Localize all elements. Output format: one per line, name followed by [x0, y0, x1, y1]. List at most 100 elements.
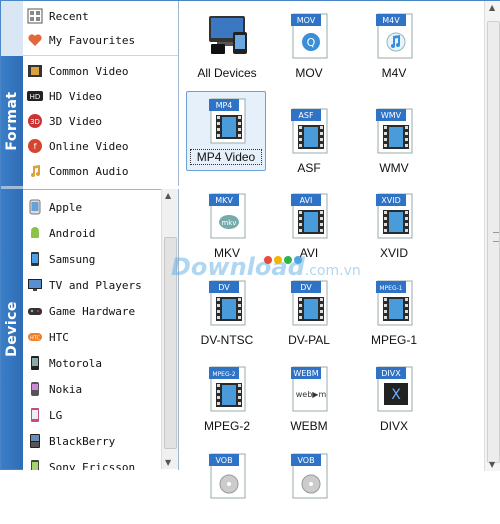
- list-item-my-favourites[interactable]: My Favourites: [23, 27, 178, 53]
- format-tile-vob[interactable]: VOB: [182, 436, 272, 524]
- grid-scroll-down-icon[interactable]: ▼: [489, 460, 495, 469]
- format-tile-mp4-video[interactable]: MP4 MP4 Video: [182, 91, 272, 179]
- format-grid-scrollbar[interactable]: ▲ ▼: [484, 1, 500, 471]
- list-item-common-audio[interactable]: Common Audio: [23, 158, 178, 184]
- list-item-label: Recent: [49, 9, 89, 23]
- format-tile-m4v[interactable]: M4V M4V: [349, 0, 439, 84]
- svg-text:MKV: MKV: [215, 196, 233, 205]
- list-item-label: LG: [49, 408, 63, 422]
- list-item-lg[interactable]: LG: [23, 402, 178, 428]
- list-item-motorola[interactable]: Motorola: [23, 350, 178, 376]
- list-item-3d-video[interactable]: 3D 3D Video: [23, 108, 178, 134]
- format-tile-label: ASF: [297, 161, 321, 175]
- format-tile-divx[interactable]: DIVX X DIVX: [349, 349, 439, 437]
- list-item-sony-ericsson[interactable]: Sony Ericsson: [23, 454, 178, 470]
- svg-text:DV: DV: [300, 283, 312, 292]
- format-tile-asf[interactable]: ASF ASF: [264, 91, 354, 179]
- watermark: Download.com.vn: [171, 253, 411, 281]
- samsung-phone-icon: [27, 251, 43, 267]
- dv-ntsc-file-icon: DV: [207, 279, 247, 327]
- music-note-icon: [27, 163, 43, 179]
- mpeg-1-file-icon: MPEG-1: [374, 279, 414, 327]
- format-category-list: Recent My Favourites Common Video HD HD Vide…: [23, 1, 179, 186]
- list-divider: [23, 55, 178, 56]
- list-item-label: Online Video: [49, 139, 129, 153]
- vob-file-icon: VOB: [207, 452, 247, 500]
- svg-text:HTC: HTC: [30, 336, 41, 342]
- list-item-android[interactable]: Android: [23, 220, 178, 246]
- list-item-online-video[interactable]: f Online Video: [23, 133, 178, 159]
- list-item-label: Game Hardware: [49, 304, 136, 318]
- svg-text:MP4: MP4: [216, 101, 233, 110]
- tab-device[interactable]: Device: [1, 189, 23, 469]
- list-item-label: Sony Ericsson: [49, 460, 136, 471]
- list-item-common-video[interactable]: Common Video: [23, 58, 178, 84]
- format-tile-label: MPEG-1: [370, 333, 417, 347]
- format-tile-mpeg-2[interactable]: MPEG-2 MPEG-2: [182, 349, 272, 437]
- format-tile-label: All Devices: [197, 66, 257, 80]
- format-tile-wmv[interactable]: WMV WMV: [349, 91, 439, 179]
- format-tile-vob[interactable]: VOB: [264, 436, 354, 524]
- scroll-down-icon[interactable]: ▼: [165, 458, 171, 467]
- format-tile-all-devices[interactable]: All Devices: [182, 0, 272, 84]
- 3d-icon: 3D: [27, 113, 43, 129]
- grid-scroll-thumb[interactable]: [487, 21, 500, 463]
- mpeg-2-file-icon: MPEG-2: [207, 365, 247, 413]
- svg-text:Q: Q: [307, 36, 316, 49]
- format-tile-mov[interactable]: MOV Q MOV: [264, 0, 354, 84]
- wmv-file-icon: WMV: [374, 107, 414, 155]
- list-item-htc[interactable]: HTC HTC: [23, 324, 178, 350]
- format-tile-mkv[interactable]: MKV mkv MKV: [182, 176, 272, 264]
- format-tile-xvid[interactable]: XVID XVID: [349, 176, 439, 264]
- list-item-label: HTC: [49, 330, 69, 344]
- list-item-blackberry[interactable]: BlackBerry: [23, 428, 178, 454]
- list-item-label: Nokia: [49, 382, 83, 396]
- list-item-hd-video[interactable]: HD HD Video: [23, 83, 178, 109]
- list-item-label: 3D Video: [49, 114, 102, 128]
- format-tile-label: MP4 Video: [190, 149, 262, 165]
- list-item-nokia[interactable]: Nokia: [23, 376, 178, 402]
- list-item-label: Motorola: [49, 356, 102, 370]
- svg-text:VOB: VOB: [215, 456, 232, 465]
- svg-text:f: f: [34, 142, 37, 151]
- svg-text:M4V: M4V: [382, 16, 400, 25]
- tab-blank: [1, 1, 23, 56]
- list-item-samsung[interactable]: Samsung: [23, 246, 178, 272]
- list-item-label: BlackBerry: [49, 434, 116, 448]
- format-tile-label: WMV: [379, 161, 409, 175]
- svg-text:XVID: XVID: [381, 196, 400, 205]
- list-item-apple[interactable]: Apple: [23, 194, 178, 220]
- motorola-icon: [27, 355, 43, 371]
- svg-text:HD: HD: [30, 93, 41, 101]
- svg-text:mkv: mkv: [221, 219, 236, 227]
- tab-device-label: Device: [4, 301, 20, 357]
- format-tile-label: MOV: [295, 66, 323, 80]
- list-item-label: My Favourites: [49, 33, 136, 47]
- scroll-up-icon[interactable]: ▲: [165, 191, 171, 200]
- tab-format[interactable]: Format: [1, 56, 23, 186]
- list-item-label: Common Video: [49, 64, 129, 78]
- format-tile-webm[interactable]: WEBM web▶m WEBM: [264, 349, 354, 437]
- watermark-dots: [264, 249, 304, 268]
- device-category-list: Apple Android Samsung TV and Players Game Ha…: [23, 189, 179, 470]
- tv-icon: [27, 277, 43, 293]
- format-tile-label: WEBM: [290, 419, 328, 433]
- grid-scroll-up-icon[interactable]: ▲: [489, 3, 495, 12]
- format-grid: All Devices MOV Q MOV M4V M4V MP4 MP4 Video ASF A…: [179, 0, 484, 499]
- list-item-tv-and-players[interactable]: TV and Players: [23, 272, 178, 298]
- watermark-domain: .com.vn: [304, 263, 361, 279]
- format-picker-window: Format Device Recent My Favourites Common …: [0, 0, 500, 499]
- list-item-game-hardware[interactable]: Game Hardware: [23, 298, 178, 324]
- svg-text:web▶m: web▶m: [296, 390, 327, 399]
- list-item-label: Common Audio: [49, 164, 129, 178]
- mov-file-icon: MOV Q: [289, 12, 329, 60]
- format-tile-label: DIVX: [379, 419, 408, 433]
- list-item-recent[interactable]: Recent: [23, 3, 178, 29]
- svg-text:3D: 3D: [30, 118, 40, 126]
- svg-text:WMV: WMV: [381, 111, 402, 120]
- format-tile-label: DV-PAL: [288, 333, 330, 347]
- divx-file-icon: DIVX X: [374, 365, 414, 413]
- dv-pal-file-icon: DV: [289, 279, 329, 327]
- device-list-scrollbar[interactable]: ▲ ▼: [161, 189, 178, 469]
- svg-text:AVI: AVI: [300, 196, 313, 205]
